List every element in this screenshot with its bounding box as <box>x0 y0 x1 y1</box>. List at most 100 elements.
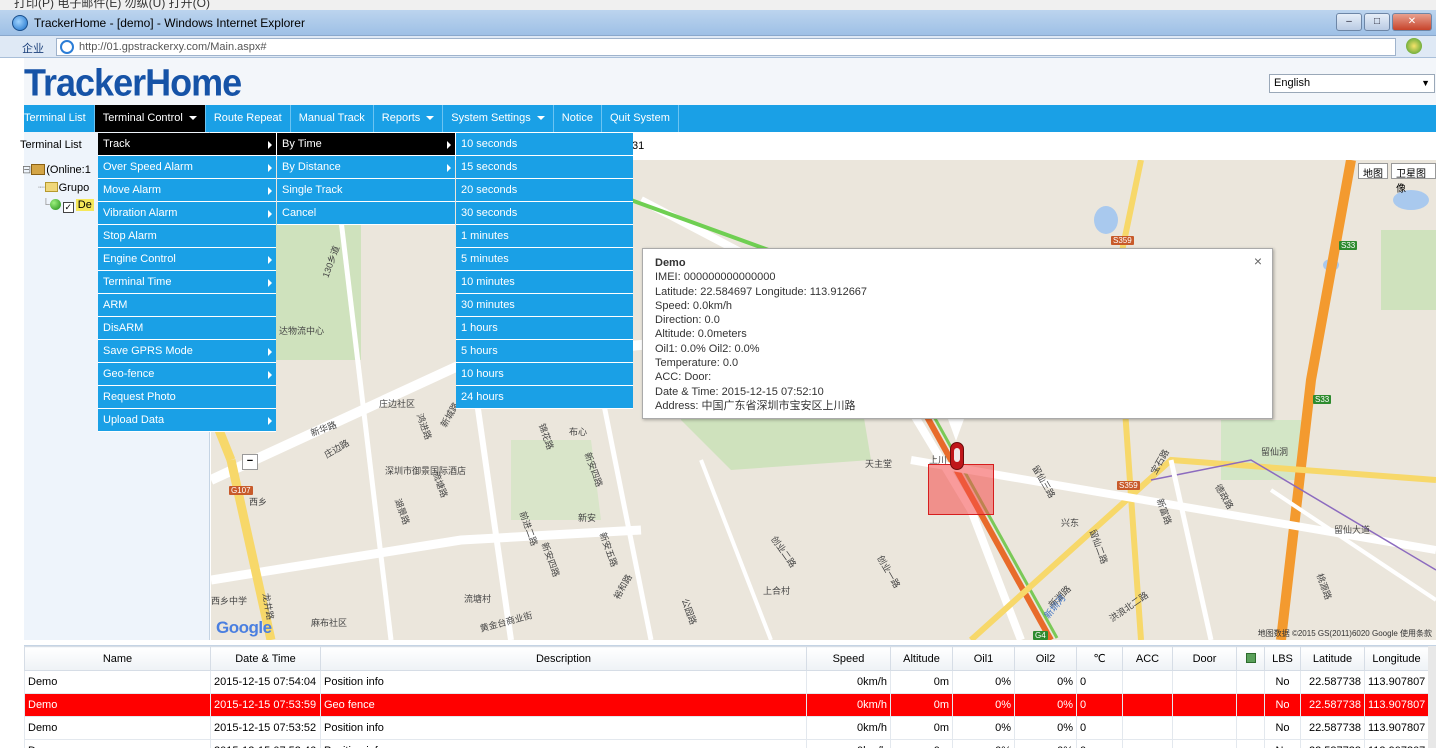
map-label: 流塘村 <box>464 594 492 604</box>
col-temperature[interactable]: ℃ <box>1076 646 1123 671</box>
menu-item-over-speed-alarm[interactable]: Over Speed Alarm <box>98 156 276 179</box>
url-field[interactable]: http://01.gpstrackerxy.com/Main.aspx# <box>56 38 1396 56</box>
menu-item-cancel[interactable]: Cancel <box>277 202 455 225</box>
menu-label: Vibration Alarm <box>103 207 178 219</box>
menu-item-interval[interactable]: 1 hours <box>456 317 633 340</box>
menu-item-interval[interactable]: 20 seconds <box>456 179 633 202</box>
col-speed[interactable]: Speed <box>806 646 891 671</box>
grid-scrollbar[interactable] <box>1428 646 1436 748</box>
nav-reports[interactable]: Reports <box>374 105 444 132</box>
minimize-button[interactable]: – <box>1336 13 1362 31</box>
tree-device[interactable]: └ ✓ De <box>42 199 94 213</box>
menu-item-interval[interactable]: 10 hours <box>456 363 633 386</box>
maximize-button[interactable]: □ <box>1364 13 1390 31</box>
nav-label: Terminal Control <box>102 112 183 124</box>
table-row[interactable]: Demo 2015-12-15 07:54:04 Position info 0km/… <box>24 670 1429 694</box>
zoom-out-button[interactable]: − <box>242 454 258 470</box>
device-checkbox[interactable]: ✓ <box>62 202 74 213</box>
table-cell: 0m <box>890 716 953 740</box>
nav-route-repeat[interactable]: Route Repeat <box>206 105 291 132</box>
menu-item-by-time[interactable]: By Time <box>277 133 455 156</box>
menu-item-save-gprs-mode[interactable]: Save GPRS Mode <box>98 340 276 363</box>
col-datetime[interactable]: Date & Time <box>210 646 321 671</box>
close-window-button[interactable]: ✕ <box>1392 13 1432 31</box>
menu-item-arm[interactable]: ARM <box>98 294 276 317</box>
col-lbs[interactable]: LBS <box>1264 646 1301 671</box>
table-row[interactable]: Demo 2015-12-15 07:53:52 Position info 0km/… <box>24 716 1429 740</box>
map-copyright[interactable]: 地图数据 ©2015 GS(2011)6020 Google 使用条款 <box>1258 628 1432 639</box>
table-row[interactable]: Demo 2015-12-15 07:53:59 Geo fence 0km/h 0m 0… <box>24 693 1429 717</box>
table-cell <box>1172 693 1237 717</box>
device-address: Address: 中国广东省深圳市宝安区上川路 <box>655 399 856 412</box>
table-cell: 0% <box>952 670 1015 694</box>
menu-item-vibration-alarm[interactable]: Vibration Alarm <box>98 202 276 225</box>
nav-quit-system[interactable]: Quit System <box>602 105 679 132</box>
refresh-icon[interactable] <box>1406 38 1422 54</box>
menu-item-track[interactable]: Track <box>98 133 276 156</box>
nav-notice[interactable]: Notice <box>554 105 602 132</box>
table-cell: 0km/h <box>806 739 891 748</box>
menu-item-interval[interactable]: 5 minutes <box>456 248 633 271</box>
col-description[interactable]: Description <box>320 646 807 671</box>
map-label: 达物流中心 <box>279 326 325 336</box>
menu-item-move-alarm[interactable]: Move Alarm <box>98 179 276 202</box>
table-row[interactable]: Demo2015-12-15 07:53:46Position info0km/… <box>24 739 1429 748</box>
menu-item-upload-data[interactable]: Upload Data <box>98 409 276 432</box>
menu-item-geo-fence[interactable]: Geo-fence <box>98 363 276 386</box>
nav-terminal-list[interactable]: Terminal List <box>24 105 95 132</box>
col-acc[interactable]: ACC <box>1122 646 1173 671</box>
menu-item-request-photo[interactable]: Request Photo <box>98 386 276 409</box>
nav-manual-track[interactable]: Manual Track <box>291 105 374 132</box>
menu-item-interval[interactable]: 15 seconds <box>456 156 633 179</box>
tree-group[interactable]: ┈ Grupo <box>38 181 89 194</box>
menu-item-interval[interactable]: 5 hours <box>456 340 633 363</box>
table-cell: 0m <box>890 739 953 748</box>
close-icon[interactable]: × <box>1254 253 1262 269</box>
menu-item-disarm[interactable]: DisARM <box>98 317 276 340</box>
favorites-button[interactable]: 企业 <box>22 40 44 56</box>
ie-menubar-text[interactable]: 打印(P) 电子邮件(E) 勿纵(U) 打开(O) <box>14 0 210 10</box>
menu-item-interval[interactable]: 30 seconds <box>456 202 633 225</box>
tree-root[interactable]: ⊟ (Online:1 <box>22 163 91 176</box>
table-cell: 2015-12-15 07:53:59 <box>210 693 321 717</box>
menu-item-single-track[interactable]: Single Track <box>277 179 455 202</box>
tree-expander-icon[interactable]: ⊟ <box>22 164 31 176</box>
menu-item-stop-alarm[interactable]: Stop Alarm <box>98 225 276 248</box>
menu-item-terminal-time[interactable]: Terminal Time <box>98 271 276 294</box>
col-oil2[interactable]: Oil2 <box>1014 646 1077 671</box>
table-cell: No <box>1264 693 1301 717</box>
col-door[interactable]: Door <box>1172 646 1237 671</box>
nav-terminal-control[interactable]: Terminal Control <box>94 105 206 132</box>
col-image[interactable] <box>1236 646 1265 671</box>
table-cell: 0 <box>1076 670 1123 694</box>
col-altitude[interactable]: Altitude <box>890 646 953 671</box>
menu-item-interval[interactable]: 24 hours <box>456 386 633 409</box>
menu-item-interval[interactable]: 30 minutes <box>456 294 633 317</box>
menu-item-interval[interactable]: 10 seconds <box>456 133 633 156</box>
map-type-satellite-button[interactable]: 卫星图像 <box>1391 163 1436 195</box>
language-select[interactable]: English ▼ <box>1269 74 1435 93</box>
menu-label: Single Track <box>282 184 343 196</box>
map-label: 留仙大道 <box>1334 525 1371 535</box>
history-grid: Name Date & Time Description Speed Altit… <box>24 645 1436 748</box>
table-header-row: Name Date & Time Description Speed Altit… <box>24 646 1429 671</box>
menu-item-interval[interactable]: 10 minutes <box>456 271 633 294</box>
geofence-area[interactable] <box>928 464 994 515</box>
device-temperature: Temperature: 0.0 <box>655 357 739 370</box>
map-type-map-button[interactable]: 地图 <box>1358 163 1388 180</box>
table-cell: 113.907807 <box>1364 670 1429 694</box>
car-marker-icon[interactable] <box>950 442 964 470</box>
map-label: 麻布社区 <box>311 618 348 628</box>
table-cell <box>1172 716 1237 740</box>
menu-item-by-distance[interactable]: By Distance <box>277 156 455 179</box>
menu-item-engine-control[interactable]: Engine Control <box>98 248 276 271</box>
col-name[interactable]: Name <box>24 646 211 671</box>
address-bar: 企业 http://01.gpstrackerxy.com/Main.aspx# <box>0 36 1436 58</box>
col-longitude[interactable]: Longitude <box>1364 646 1429 671</box>
menu-item-interval[interactable]: 1 minutes <box>456 225 633 248</box>
col-oil1[interactable]: Oil1 <box>952 646 1015 671</box>
nav-system-settings[interactable]: System Settings <box>443 105 554 132</box>
menu-label: By Distance <box>282 161 341 173</box>
device-imei: IMEI: 000000000000000 <box>655 271 776 284</box>
col-latitude[interactable]: Latitude <box>1300 646 1365 671</box>
